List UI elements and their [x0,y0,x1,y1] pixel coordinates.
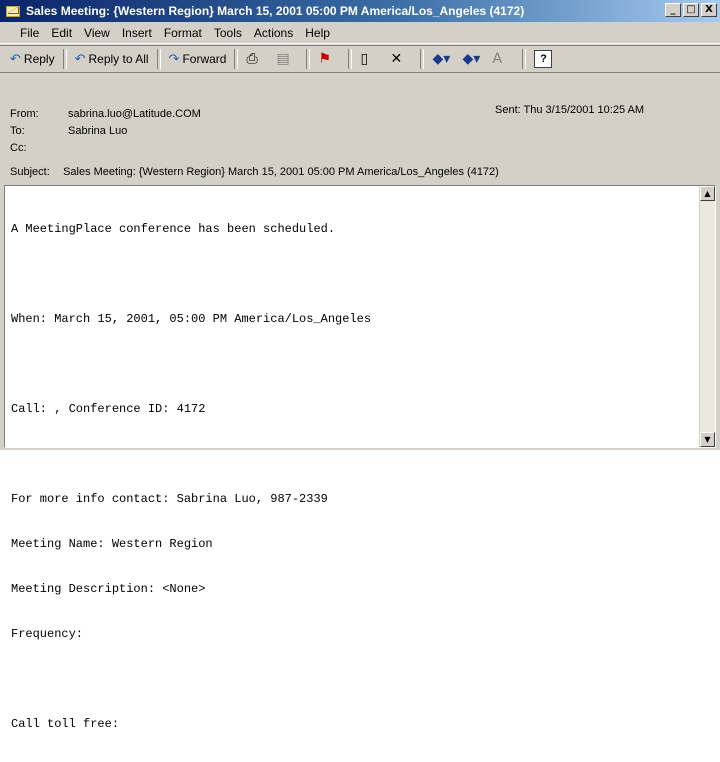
toolbar-separator [234,49,239,69]
menu-bar: File Edit View Insert Format Tools Actio… [0,23,720,44]
toolbar: ↶ Reply ↶ Reply to All ↷ Forward ⎙ ▤ ⚑ ▯… [0,45,720,73]
to-row: To: Sabrina Luo [10,125,127,137]
body-line: Meeting Name: Western Region [11,537,213,551]
body-line: Call: , Conference ID: 4172 [11,402,206,416]
body-line [11,357,691,372]
body-line [11,267,691,282]
menu-edit[interactable]: Edit [51,26,72,40]
reply-label: Reply [23,52,55,66]
reply-all-label: Reply to All [88,52,149,66]
delete-icon: ✕ [390,51,403,67]
title-bar[interactable]: Sales Meeting: {Western Region} March 15… [0,0,720,22]
body-line: Meeting Description: <None> [11,582,206,596]
reply-all-button[interactable]: ↶ Reply to All [71,48,153,70]
menu-actions[interactable]: Actions [254,26,293,40]
addressbook-button[interactable]: ▯ [356,48,386,70]
from-value[interactable]: sabrina.luo@Latitude.COM [68,108,201,120]
reply-all-icon: ↶ [74,51,86,67]
email-window: Sales Meeting: {Western Region} March 15… [0,0,720,731]
scroll-down-icon[interactable]: ▼ [700,432,715,447]
forward-icon: ↷ [168,51,180,67]
toolbar-separator [522,49,527,69]
sent-value: Thu 3/15/2001 10:25 AM [523,104,645,116]
to-value[interactable]: Sabrina Luo [68,125,127,137]
menu-file[interactable]: File [20,26,39,40]
previous-icon: ◆▾ [432,51,451,67]
minimize-button[interactable]: _ [665,3,681,17]
sent-label: Sent: [495,104,521,116]
subject-label: Subject: [10,166,50,178]
from-row: From: sabrina.luo@Latitude.COM [10,108,201,120]
addressbook-icon: ▯ [360,51,369,67]
reply-button[interactable]: ↶ Reply [6,48,59,70]
toolbar-separator [420,49,425,69]
body-line: When: March 15, 2001, 05:00 PM America/L… [11,312,372,326]
subject-row: Subject: Sales Meeting: {Western Region}… [10,166,499,178]
forward-label: Forward [182,52,227,66]
scroll-up-icon[interactable]: ▲ [700,186,715,201]
move-button[interactable]: ▤ [272,48,302,70]
toolbar-separator [306,49,311,69]
cc-label: Cc: [10,142,27,154]
delete-button[interactable]: ✕ [386,48,416,70]
message-body-text: A MeetingPlace conference has been sched… [11,192,691,762]
format-button[interactable]: A [488,48,518,70]
help-button[interactable]: ? [530,48,556,70]
body-line: For more info contact: Sabrina Luo, 987-… [11,492,328,506]
maximize-button[interactable]: □ [683,3,699,17]
flag-button[interactable]: ⚑ [314,48,344,70]
cc-row: Cc: [10,142,68,154]
help-icon: ? [534,50,553,68]
reply-icon: ↶ [10,51,21,67]
previous-button[interactable]: ◆▾ [428,48,458,70]
menu-view[interactable]: View [84,26,110,40]
message-body[interactable]: A MeetingPlace conference has been sched… [4,185,716,731]
print-icon: ⎙ [246,51,258,67]
body-line [11,672,691,687]
move-icon: ▤ [276,51,290,67]
toolbar-separator [62,49,67,69]
to-label: To: [10,125,25,137]
next-icon: ◆▾ [462,51,481,67]
sent-row: Sent: Thu 3/15/2001 10:25 AM [495,104,644,116]
caption-buttons: _ □ X [665,3,717,17]
close-button[interactable]: X [701,3,717,17]
envelope-icon [6,5,20,17]
menu-help[interactable]: Help [305,26,330,40]
from-label: From: [10,108,39,120]
menu-insert[interactable]: Insert [122,26,152,40]
vertical-scrollbar[interactable]: ▲ ▼ [699,186,715,447]
flag-icon: ⚑ [318,51,332,67]
subject-value: Sales Meeting: {Western Region} March 15… [63,166,499,178]
body-line: Call toll free: [11,717,120,731]
forward-button[interactable]: ↷ Forward [165,48,231,70]
body-line: A MeetingPlace conference has been sched… [11,222,336,236]
menu-format[interactable]: Format [164,26,202,40]
toolbar-separator [156,49,161,69]
body-line: Frequency: [11,627,84,641]
toolbar-separator [348,49,353,69]
next-button[interactable]: ◆▾ [458,48,488,70]
window-title: Sales Meeting: {Western Region} March 15… [26,4,525,18]
print-button[interactable]: ⎙ [242,48,272,70]
format-icon: A [492,51,503,67]
body-line [11,447,691,462]
menu-tools[interactable]: Tools [214,26,242,40]
